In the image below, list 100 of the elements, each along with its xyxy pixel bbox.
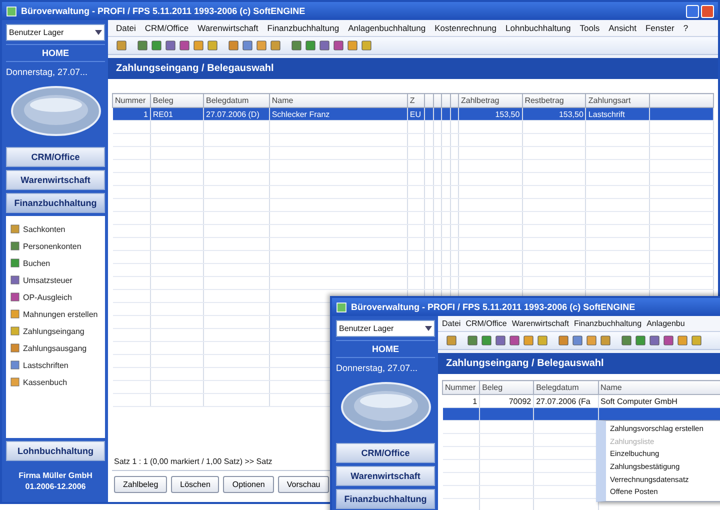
toolbar-icon[interactable] bbox=[572, 335, 583, 346]
toolbar-icon[interactable] bbox=[495, 335, 506, 346]
table-cell: 27.07.2006 (D) bbox=[204, 108, 270, 120]
toolbar-icon[interactable] bbox=[228, 40, 239, 51]
user-dropdown[interactable]: Benutzer Lager bbox=[336, 320, 435, 337]
section-button[interactable]: Warenwirtschaft bbox=[336, 466, 435, 486]
toolbar-icon[interactable] bbox=[361, 40, 372, 51]
navigation-item[interactable]: Umsatzsteuer bbox=[10, 275, 101, 285]
menu-item[interactable]: Kostenrechnung bbox=[434, 23, 497, 33]
user-dropdown[interactable]: Benutzer Lager bbox=[6, 24, 105, 41]
toolbar-icon[interactable] bbox=[193, 40, 204, 51]
minimize-button[interactable] bbox=[686, 4, 699, 18]
toolbar-icon[interactable] bbox=[523, 335, 534, 346]
section-button[interactable]: CRM/Office bbox=[6, 147, 105, 167]
toolbar-icon[interactable] bbox=[291, 40, 302, 51]
toolbar-icon[interactable] bbox=[600, 335, 611, 346]
column-header[interactable]: Zahlungsart bbox=[586, 94, 650, 108]
toolbar-icon[interactable] bbox=[467, 335, 478, 346]
toolbar-icon[interactable] bbox=[179, 40, 190, 51]
navigation-item[interactable]: Zahlungsausgang bbox=[10, 343, 101, 353]
toolbar-icon[interactable] bbox=[270, 40, 281, 51]
menu-item[interactable]: Fenster bbox=[645, 23, 674, 33]
navigation-item[interactable]: Sachkonten bbox=[10, 224, 101, 234]
toolbar-icon[interactable] bbox=[635, 335, 646, 346]
column-header[interactable]: Beleg bbox=[480, 380, 534, 394]
table-row[interactable] bbox=[442, 408, 720, 420]
toolbar-icon[interactable] bbox=[663, 335, 674, 346]
column-header[interactable]: Restbetrag bbox=[522, 94, 586, 108]
table-cell: Schlecker Franz bbox=[269, 108, 408, 120]
menu-item[interactable]: Ansicht bbox=[608, 23, 636, 33]
toolbar-icon[interactable] bbox=[537, 335, 548, 346]
section-button[interactable]: Warenwirtschaft bbox=[6, 170, 105, 190]
column-header[interactable]: Belegdatum bbox=[204, 94, 270, 108]
action-button[interactable]: Zahlbeleg bbox=[114, 476, 168, 493]
action-button[interactable]: Optionen bbox=[223, 476, 274, 493]
column-header[interactable]: Name bbox=[269, 94, 408, 108]
toolbar-icon[interactable] bbox=[319, 40, 330, 51]
home-label[interactable]: HOME bbox=[6, 44, 105, 62]
section-button[interactable]: Lohnbuchhaltung bbox=[6, 440, 105, 461]
menu-item[interactable]: Warenwirtschaft bbox=[198, 23, 258, 33]
table-row[interactable]: 1 RE01 27.07.2006 (D) Schlecker Franz EU 153,50 153,50 Lastschrift bbox=[112, 108, 714, 120]
navigation-item[interactable]: Lastschriften bbox=[10, 360, 101, 370]
menu-item[interactable]: Warenwirtschaft bbox=[512, 319, 569, 328]
column-header[interactable]: Z bbox=[407, 94, 425, 108]
menu-item[interactable]: CRM/Office bbox=[144, 23, 189, 33]
navigation-item[interactable]: OP-Ausgleich bbox=[10, 292, 101, 302]
table-cell: 1 bbox=[112, 108, 150, 120]
home-label[interactable]: HOME bbox=[336, 340, 435, 358]
navigation-item[interactable]: Zahlungseingang bbox=[10, 326, 101, 336]
toolbar-icon[interactable] bbox=[347, 40, 358, 51]
dropdown-arrow-icon bbox=[95, 30, 102, 35]
toolbar-icon[interactable] bbox=[621, 335, 632, 346]
action-button[interactable]: Löschen bbox=[171, 476, 220, 493]
toolbar-icon[interactable] bbox=[116, 40, 127, 51]
column-header[interactable]: Nummer bbox=[442, 380, 480, 394]
toolbar-icon[interactable] bbox=[137, 40, 148, 51]
column-header[interactable]: Nummer bbox=[112, 94, 150, 108]
toolbar-icon[interactable] bbox=[586, 335, 597, 346]
toolbar-icon[interactable] bbox=[509, 335, 520, 346]
toolbar-icon[interactable] bbox=[649, 335, 660, 346]
toolbar-icon[interactable] bbox=[151, 40, 162, 51]
toolbar-icon[interactable] bbox=[481, 335, 492, 346]
toolbar-icon[interactable] bbox=[677, 335, 688, 346]
menu-item[interactable]: Datei bbox=[442, 319, 461, 328]
section-button[interactable]: Finanzbuchhaltung bbox=[336, 489, 435, 509]
navigation-item[interactable]: Buchen bbox=[10, 258, 101, 268]
section-button[interactable]: Finanzbuchhaltung bbox=[6, 193, 105, 213]
navigation-item[interactable]: Kassenbuch bbox=[10, 377, 101, 387]
toolbar-icon[interactable] bbox=[242, 40, 253, 51]
menu-item[interactable]: Anlagenbuchhaltung bbox=[348, 23, 426, 33]
toolbar-icon[interactable] bbox=[305, 40, 316, 51]
menu-item[interactable]: CRM/Office bbox=[466, 319, 507, 328]
toolbar-icon[interactable] bbox=[691, 335, 702, 346]
column-header[interactable]: Belegdatum bbox=[534, 380, 598, 394]
navigation-item[interactable]: Mahnungen erstellen bbox=[10, 309, 101, 319]
table-cell: Lastschrift bbox=[586, 108, 650, 120]
navigation-item[interactable]: Personenkonten bbox=[10, 241, 101, 251]
column-header[interactable]: Zahlbetrag bbox=[458, 94, 522, 108]
section-button[interactable]: CRM/Office bbox=[336, 443, 435, 463]
action-button[interactable]: Vorschau bbox=[278, 476, 330, 493]
menu-item[interactable]: Tools bbox=[580, 23, 600, 33]
menu-item[interactable]: Datei bbox=[116, 23, 136, 33]
toolbar-icon[interactable] bbox=[333, 40, 344, 51]
close-button[interactable] bbox=[701, 4, 714, 18]
column-header[interactable]: Beleg bbox=[150, 94, 204, 108]
toolbar-icon[interactable] bbox=[558, 335, 569, 346]
app-icon bbox=[336, 302, 347, 312]
toolbar-icon[interactable] bbox=[446, 335, 457, 346]
toolbar-icon[interactable] bbox=[165, 40, 176, 51]
menu-item[interactable]: Finanzbuchhaltung bbox=[267, 23, 340, 33]
menu-item[interactable]: Finanzbuchhaltung bbox=[574, 319, 642, 328]
menu-item[interactable]: Lohnbuchhaltung bbox=[506, 23, 571, 33]
menu-item[interactable]: ? bbox=[683, 23, 688, 33]
panel-title: Zahlungseingang / Belegauswahl bbox=[438, 353, 720, 374]
app-icon bbox=[6, 6, 17, 16]
column-header[interactable]: Name bbox=[598, 380, 720, 394]
table-cell: 153,50 bbox=[522, 108, 586, 120]
menu-item[interactable]: Anlagenbu bbox=[646, 319, 685, 328]
toolbar-icon[interactable] bbox=[207, 40, 218, 51]
toolbar-icon[interactable] bbox=[256, 40, 267, 51]
